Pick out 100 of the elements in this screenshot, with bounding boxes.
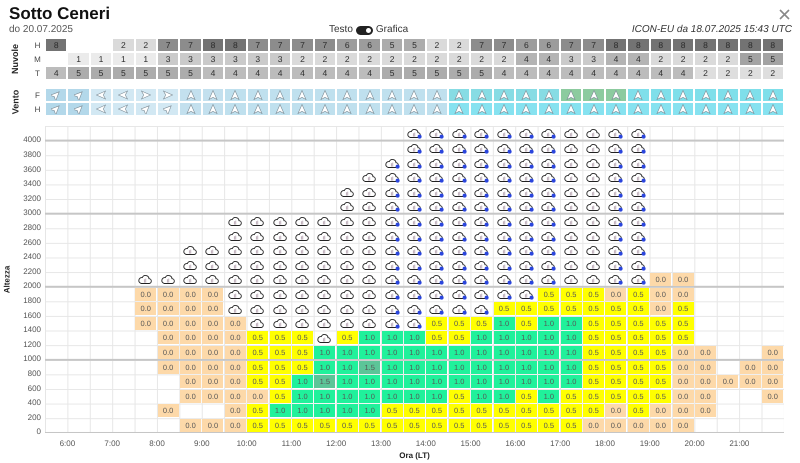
cloud-icon — [564, 258, 579, 271]
cloud-cover-cell: 2 — [762, 66, 784, 80]
cloud-icon — [564, 156, 579, 169]
cloud-cover-cell: 4 — [492, 66, 516, 80]
cloud-cover-cell: 4 — [358, 66, 381, 80]
view-toggle[interactable] — [356, 26, 373, 34]
cloud-cover-cell: 2 — [380, 52, 404, 66]
cloud-cover-cell: 7 — [560, 38, 582, 52]
cloud-cover-cell: 5 — [380, 38, 404, 52]
cloud-icon — [586, 273, 602, 286]
axis-label: 2200 — [22, 266, 42, 278]
cloud-cover-cell: 5 — [448, 66, 470, 80]
cloud-cover-cell: 3 — [560, 52, 582, 66]
text-view-label[interactable]: Testo — [329, 24, 353, 36]
axis-label: 1200 — [22, 338, 42, 351]
cloud-icon — [564, 171, 579, 184]
cloud-cover-cell: 2 — [336, 52, 358, 66]
cloud-icon — [250, 230, 266, 242]
cloud-icon — [586, 200, 602, 212]
axis-label: 800 — [26, 368, 42, 380]
cloud-cover-cell: 8 — [45, 38, 68, 52]
cloud-icon — [250, 214, 266, 227]
cloud-icon — [294, 258, 310, 271]
cloud-icon — [586, 156, 602, 169]
row-label: H — [34, 104, 42, 116]
cloud-cover-cell: 4 — [582, 66, 605, 80]
cloud-icon — [250, 288, 266, 300]
cloud-icon — [138, 273, 154, 286]
cloud-cover-cell: 4 — [268, 66, 292, 80]
cloud-cover-cell: 2 — [358, 52, 381, 66]
cloud-icon — [205, 258, 220, 271]
location-title: Sotto Ceneri — [9, 4, 112, 24]
cloud-icon — [272, 317, 288, 330]
cloud-icon — [250, 273, 266, 286]
cloud-cover-cell: 4 — [604, 52, 628, 66]
cloud-cover-cell: 5 — [739, 52, 762, 66]
cloud-icon — [250, 317, 266, 330]
cloud-icon — [250, 258, 266, 271]
cloud-cover-cell: 5 — [112, 66, 135, 80]
row-label: F — [34, 90, 41, 102]
cloud-cover-cell: 3 — [582, 52, 605, 66]
cloud-icon — [294, 230, 310, 242]
cloud-cover-cell: 8 — [224, 38, 247, 52]
axis-title: Ora (LT) — [399, 451, 430, 461]
axis-label: 12:00 — [325, 438, 348, 450]
cloud-cover-cell: 2 — [716, 66, 740, 80]
graphic-view-label[interactable]: Grafica — [376, 24, 408, 36]
cloud-cover-cell: 5 — [156, 66, 180, 80]
cloud-icon — [340, 302, 355, 315]
cloud-icon — [317, 288, 332, 300]
cloud-cover-cell: 2 — [470, 52, 493, 66]
cloud-cover-cell: 8 — [762, 38, 784, 52]
axis-label: 3000 — [22, 207, 42, 220]
row-label: M — [33, 54, 42, 66]
axis-label: 0 — [36, 426, 42, 438]
cloud-icon — [250, 244, 266, 256]
cloud-icon — [340, 200, 355, 212]
cloud-cover-cell: 7 — [470, 38, 493, 52]
cloud-cover-cell: 4 — [538, 66, 560, 80]
axis-label: 6:00 — [58, 438, 76, 450]
close-icon[interactable] — [779, 9, 790, 20]
row-label: T — [34, 68, 41, 80]
cloud-cover-cell: 4 — [314, 66, 336, 80]
axis-label: 10:00 — [236, 438, 258, 450]
cloud-cover-cell: 5 — [470, 66, 493, 80]
cloud-cover-cell: 5 — [762, 52, 784, 66]
axis-label: 2400 — [22, 251, 42, 264]
cloud-cover-cell: 4 — [291, 66, 314, 80]
axis-label: 200 — [26, 412, 42, 424]
cloud-cover-cell: 7 — [268, 38, 292, 52]
cloud-icon — [362, 258, 378, 271]
cloud-cover-cell: 7 — [492, 38, 516, 52]
cloud-icon — [340, 230, 355, 242]
cloud-cover-cell: 2 — [426, 52, 448, 66]
cloud-icon — [228, 244, 243, 256]
cloud-icon — [586, 214, 602, 227]
cloud-icon — [340, 214, 355, 227]
axis-label: 21:00 — [728, 438, 750, 450]
axis-label: 11:00 — [280, 438, 302, 450]
cloud-icon — [272, 230, 288, 242]
cloud-icon — [362, 214, 378, 227]
axis-label: 20:00 — [684, 438, 706, 450]
cloud-cover-cell: 3 — [179, 52, 202, 66]
row-label: H — [34, 40, 42, 52]
cloud-icon — [183, 273, 198, 286]
cloud-icon — [564, 230, 579, 242]
cloud-icon — [317, 214, 332, 227]
cloud-icon — [317, 258, 332, 271]
cloud-cover-cell: 3 — [246, 52, 269, 66]
cloud-icon — [362, 273, 378, 286]
axis-label: 19:00 — [638, 438, 661, 450]
cloud-cover-cell: 6 — [358, 38, 381, 52]
cloud-icon — [340, 244, 355, 256]
cloud-icon — [362, 200, 378, 212]
cloud-cover-cell: 2 — [403, 52, 426, 66]
axis-label: 9:00 — [193, 438, 211, 450]
cloud-icon — [362, 317, 378, 330]
cloud-icon — [586, 127, 602, 140]
cloud-icon — [317, 230, 332, 242]
cloud-cover-cell: 3 — [156, 52, 180, 66]
